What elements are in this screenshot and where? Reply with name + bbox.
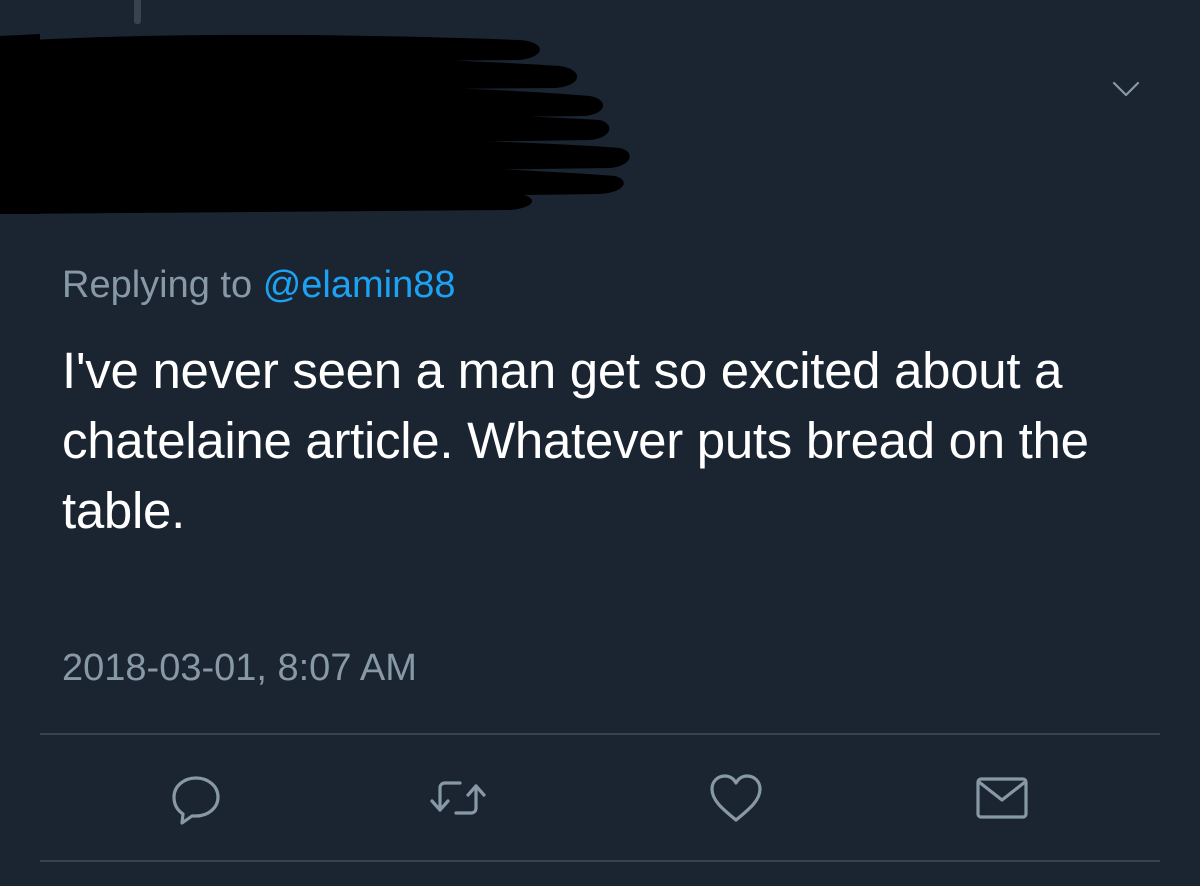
share-button[interactable]: [970, 766, 1034, 830]
reply-button[interactable]: [164, 766, 228, 830]
replying-to-label: Replying to: [62, 264, 253, 306]
retweet-icon: [430, 781, 486, 815]
tweet-menu-chevron-down-icon[interactable]: [1106, 74, 1146, 104]
heart-icon: [710, 774, 762, 822]
redacted-author-scribble: [0, 34, 630, 214]
thread-connector-line: [134, 0, 141, 24]
like-button[interactable]: [704, 766, 768, 830]
envelope-icon: [976, 777, 1028, 819]
actions-bottom-divider: [40, 860, 1160, 862]
tweet-body-text: I've never seen a man get so excited abo…: [62, 342, 1089, 539]
actions-top-divider: [40, 733, 1160, 735]
replying-to-line: Replying to @elamin88: [62, 262, 455, 308]
retweet-button[interactable]: [426, 766, 490, 830]
tweet-timestamp[interactable]: 2018-03-01, 8:07 AM: [62, 645, 417, 691]
tweet-action-bar: [0, 766, 1200, 836]
reply-icon: [172, 776, 220, 825]
replying-to-handle-link[interactable]: @elamin88: [263, 264, 456, 306]
